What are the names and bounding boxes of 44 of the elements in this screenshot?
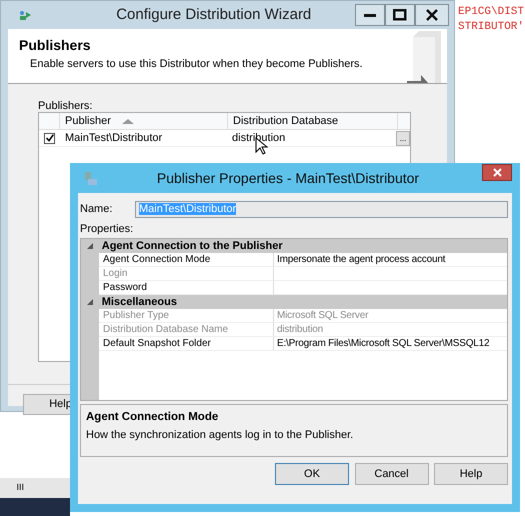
- table-cell-text: MainTest\Distributor: [64, 131, 164, 146]
- expander-icon[interactable]: [86, 298, 94, 306]
- column-header[interactable]: Publisher: [60, 113, 228, 129]
- code-line: STRIBUTOR': [458, 20, 524, 35]
- table-cell-text: distribution: [231, 131, 286, 146]
- header-title: Publishers: [19, 36, 92, 54]
- window-title: Configure Distribution Wizard: [115, 4, 312, 25]
- dialog-app-icon: [82, 170, 98, 186]
- close-button[interactable]: [414, 4, 448, 26]
- maximize-button[interactable]: [384, 4, 414, 26]
- expander-icon[interactable]: [86, 242, 94, 250]
- code-line: EP1CG\DIST: [458, 5, 524, 20]
- description-text: How the synchronization agents log in to the Publisher.: [86, 428, 354, 442]
- dialog-button[interactable]: Help: [434, 462, 508, 485]
- close-button[interactable]: [482, 164, 512, 181]
- category-header: Miscellaneous: [100, 295, 177, 310]
- header-subtitle: Enable servers to use this Distributor when they become Publishers.: [29, 56, 364, 72]
- property-value: Microsoft SQL Server: [274, 309, 507, 324]
- property-name: Agent Connection Mode: [99, 253, 274, 268]
- maximize-icon: [392, 9, 406, 21]
- checkbox[interactable]: [44, 132, 55, 144]
- dialog-button[interactable]: Cancel: [354, 462, 428, 485]
- properties-label: Properties:: [80, 222, 134, 237]
- close-icon: [426, 9, 438, 21]
- dialog-title: Publisher Properties - MainTest\Distributor: [156, 168, 420, 188]
- property-name: Login: [99, 267, 274, 282]
- ellipsis-button[interactable]: ...: [396, 131, 410, 146]
- taskbar: [0, 498, 70, 516]
- close-icon: [492, 168, 502, 178]
- property-value: distribution: [274, 323, 507, 338]
- property-name: Default Snapshot Folder: [99, 337, 274, 352]
- category-header: Agent Connection to the Publisher: [100, 239, 283, 254]
- scrollbar-grip: III: [16, 481, 24, 494]
- property-value[interactable]: E:\Program Files\Microsoft SQL Server\MSSQL12: [274, 337, 507, 352]
- scrollbar[interactable]: III: [0, 478, 70, 498]
- name-label: Name:: [80, 202, 114, 217]
- property-name: Publisher Type: [99, 309, 274, 324]
- minimize-icon: [364, 14, 376, 16]
- property-value[interactable]: Impersonate the agent process account: [274, 253, 507, 268]
- column-header[interactable]: Distribution Database: [228, 113, 398, 129]
- property-name: Distribution Database Name: [99, 323, 274, 338]
- dialog-button[interactable]: OK: [275, 462, 349, 485]
- list-label: Publishers:: [38, 99, 92, 114]
- minimize-button[interactable]: [354, 4, 384, 26]
